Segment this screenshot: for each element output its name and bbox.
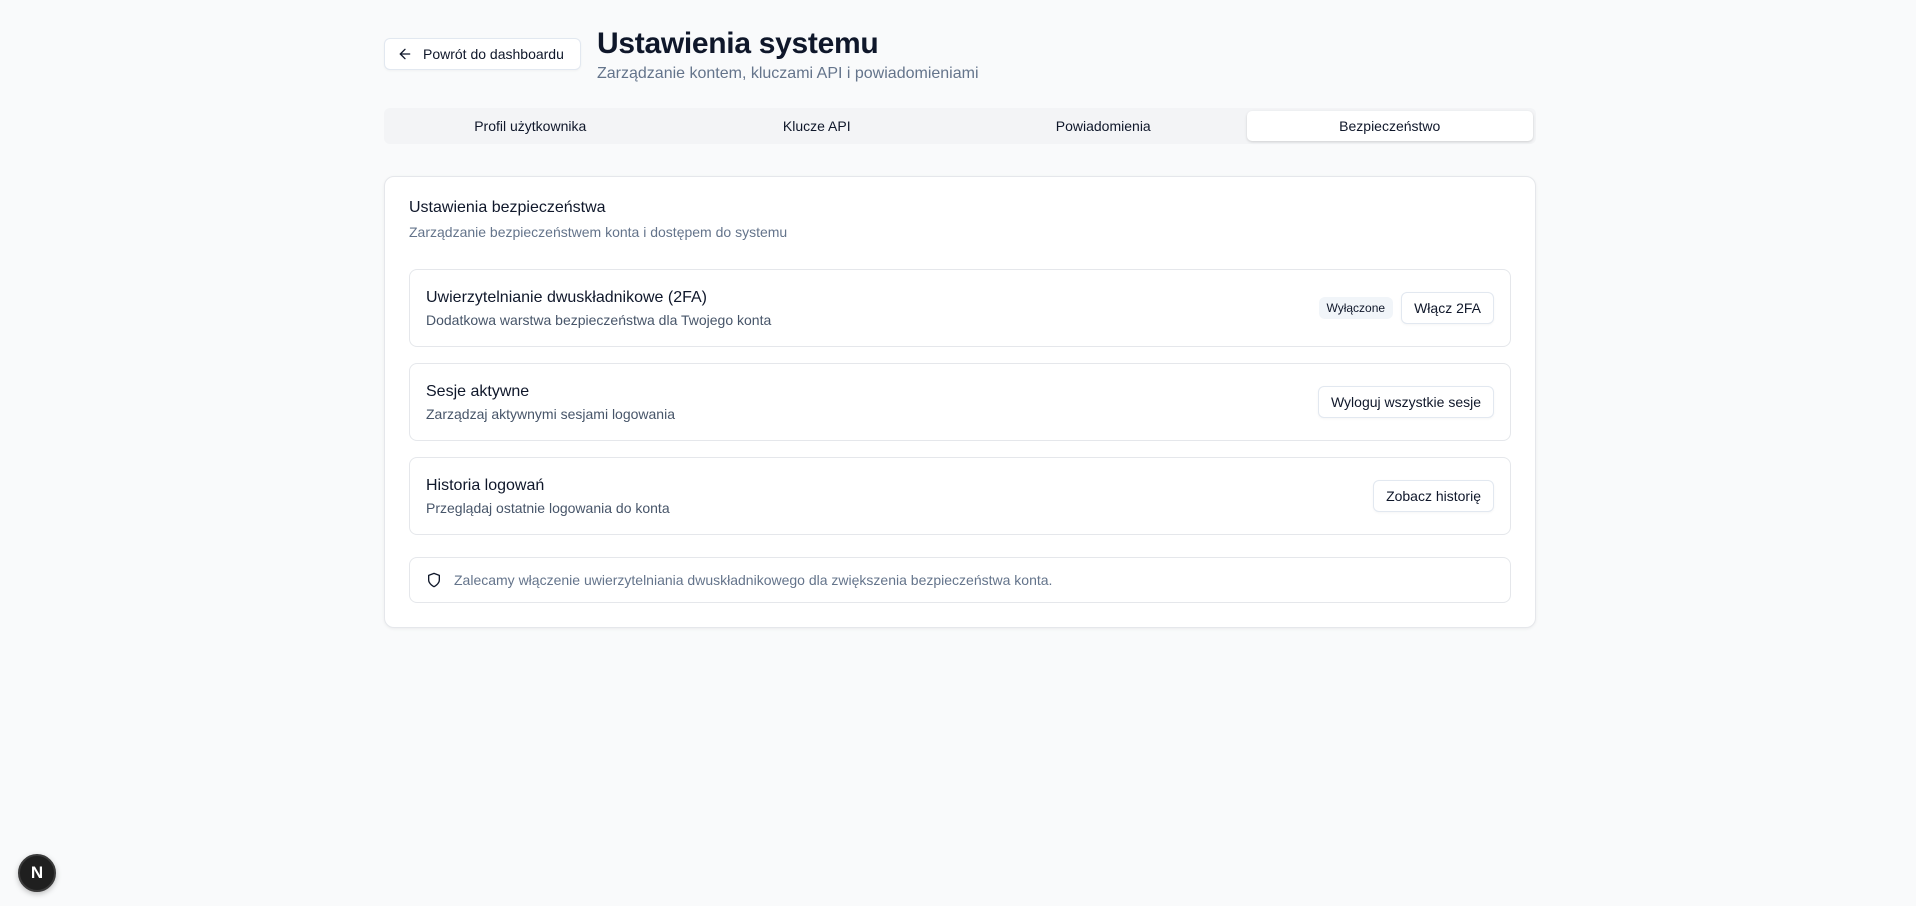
page-title: Ustawienia systemu (597, 27, 879, 60)
setting-actions: Wyloguj wszystkie sesje (1317, 364, 1494, 440)
arrow-left-icon (397, 46, 413, 62)
setting-actions: Zobacz historię (1373, 458, 1494, 534)
setting-description: Dodatkowa warstwa bezpieczeństwa dla Two… (426, 312, 772, 328)
status-badge: Wyłączone (1318, 297, 1394, 319)
security-notice: Zalecamy włączenie uwierzytelniania dwus… (409, 557, 1511, 603)
security-settings-card: Ustawienia bezpieczeństwa Zarządzanie be… (384, 176, 1536, 628)
tab-api-keys[interactable]: Klucze API (674, 111, 961, 141)
logout-all-sessions-button[interactable]: Wyloguj wszystkie sesje (1317, 386, 1494, 418)
setting-title: Uwierzytelnianie dwuskładnikowe (2FA) (426, 289, 708, 306)
setting-active-sessions: Sesje aktywne Zarządzaj aktywnymi sesjam… (409, 363, 1511, 441)
card-description: Zarządzanie bezpieczeństwem konta i dost… (409, 224, 788, 240)
enable-2fa-button[interactable]: Włącz 2FA (1401, 292, 1494, 324)
page-subtitle: Zarządzanie kontem, kluczami API i powia… (597, 65, 979, 82)
view-history-button[interactable]: Zobacz historię (1373, 480, 1494, 512)
page-header: Powrót do dashboardu Ustawienia systemu … (384, 26, 1536, 86)
card-title: Ustawienia bezpieczeństwa (409, 199, 606, 216)
back-to-dashboard-button[interactable]: Powrót do dashboardu (384, 38, 581, 70)
title-block: Ustawienia systemu Zarządzanie kontem, k… (597, 26, 979, 84)
tab-profile[interactable]: Profil użytkownika (387, 111, 674, 141)
setting-title: Historia logowań (426, 477, 545, 494)
tab-security[interactable]: Bezpieczeństwo (1246, 111, 1533, 141)
back-button-label: Powrót do dashboardu (423, 46, 564, 62)
setting-login-history: Historia logowań Przeglądaj ostatnie log… (409, 457, 1511, 535)
notice-text: Zalecamy włączenie uwierzytelniania dwus… (454, 572, 1053, 588)
setting-title: Sesje aktywne (426, 383, 530, 400)
setting-2fa: Uwierzytelnianie dwuskładnikowe (2FA) Do… (409, 269, 1511, 347)
setting-description: Przeglądaj ostatnie logowania do konta (426, 500, 670, 516)
tab-notifications[interactable]: Powiadomienia (960, 111, 1247, 141)
setting-actions: Wyłączone Włącz 2FA (1318, 270, 1494, 346)
dev-tools-badge[interactable]: N (18, 854, 56, 892)
setting-description: Zarządzaj aktywnymi sesjami logowania (426, 406, 675, 422)
settings-tabs: Profil użytkownika Klucze API Powiadomie… (384, 108, 1536, 144)
shield-icon (426, 572, 442, 588)
